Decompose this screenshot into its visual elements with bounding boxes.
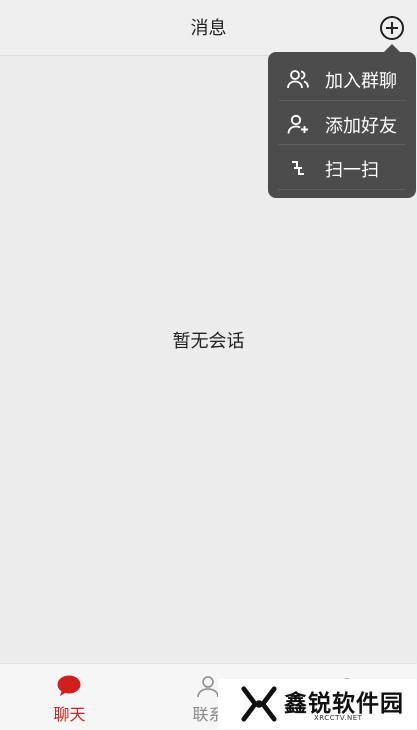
watermark-title: 鑫锐软件园 — [284, 691, 404, 717]
menu-divider — [278, 100, 406, 101]
scan-icon — [292, 161, 304, 175]
top-bar: 消息 — [0, 0, 417, 56]
chat-icon — [57, 675, 81, 696]
add-plus-button[interactable] — [380, 16, 404, 40]
menu-item-join-group[interactable]: 加入群聊 — [268, 57, 416, 101]
menu-divider — [278, 144, 406, 145]
menu-item-label: 加入群聊 — [325, 71, 397, 92]
tab-label: 聊天 — [53, 705, 86, 724]
page-title: 消息 — [190, 18, 227, 39]
menu-divider — [278, 189, 406, 190]
tab-chat[interactable]: 聊天 — [0, 664, 139, 730]
watermark-logo: 鑫锐软件园 XRCCTV.NET — [218, 679, 417, 729]
menu-item-label: 添加好友 — [325, 116, 397, 137]
group-icon — [287, 70, 309, 89]
x-logo-icon — [241, 686, 277, 722]
menu-item-scan[interactable]: 扫一扫 — [268, 146, 416, 190]
menu-item-label: 扫一扫 — [325, 160, 379, 181]
empty-state-text: 暂无会话 — [172, 331, 245, 352]
menu-item-add-friend[interactable]: 添加好友 — [268, 102, 416, 146]
add-menu-popup: 加入群聊 添加好友 扫一扫 — [268, 52, 416, 198]
add-user-icon — [287, 114, 308, 134]
watermark-subtitle: XRCCTV.NET — [314, 714, 363, 722]
